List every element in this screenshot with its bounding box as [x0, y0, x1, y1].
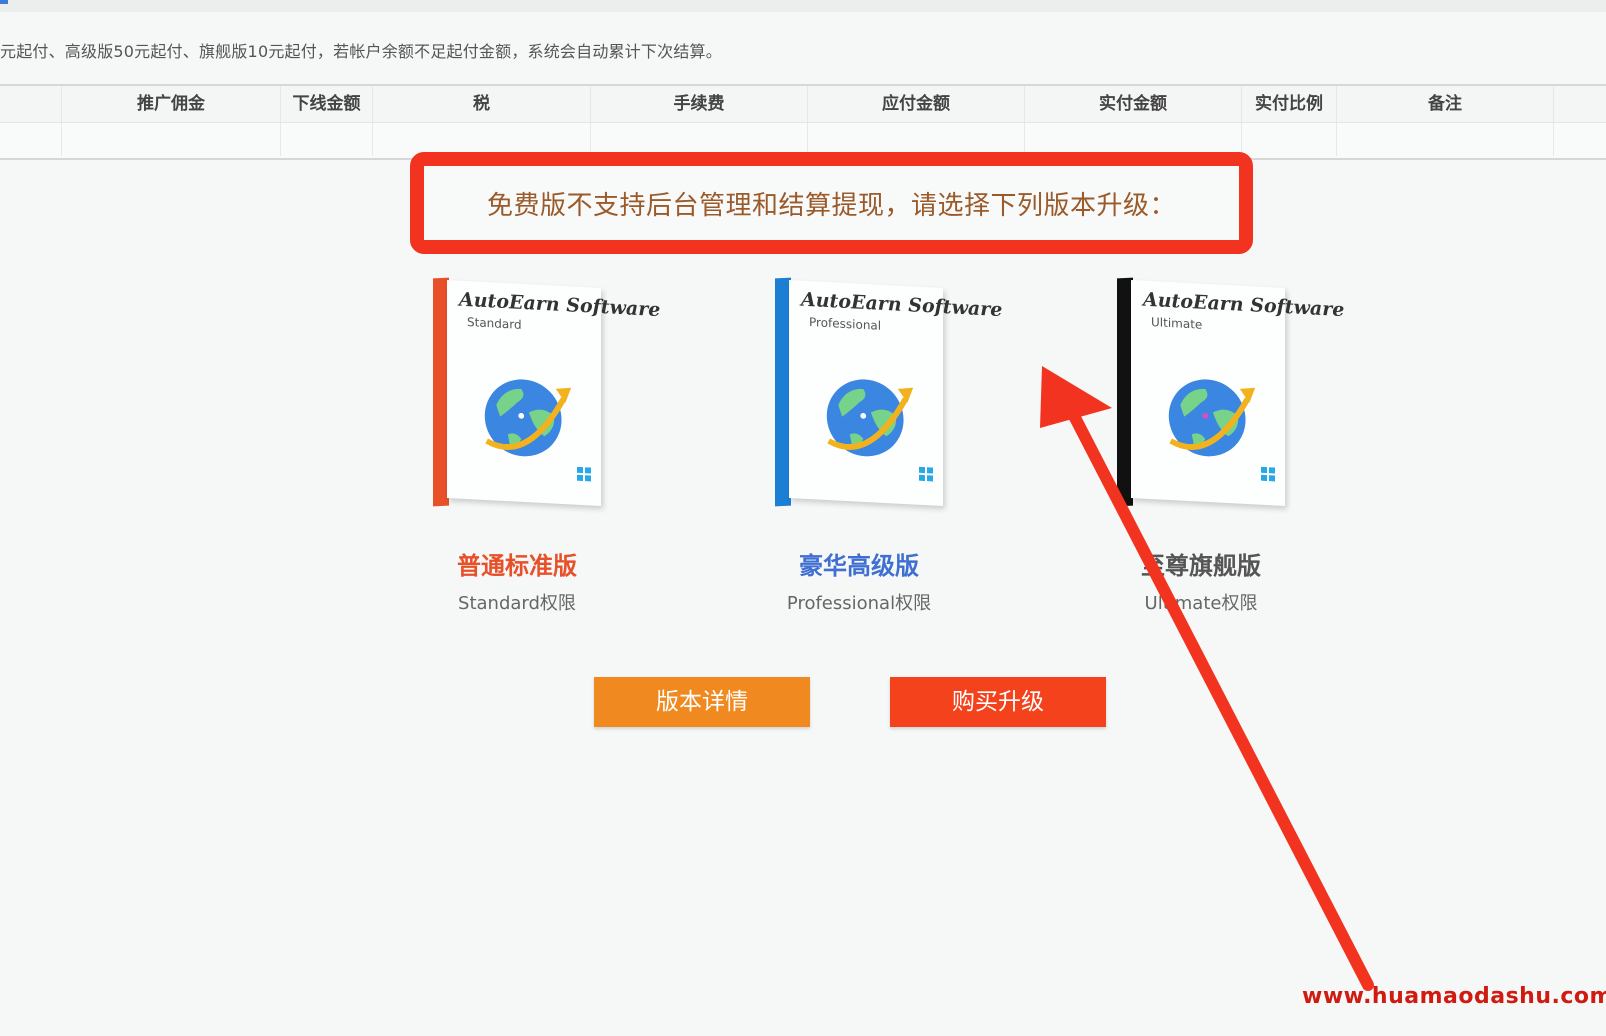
watermark-url: www.huamaodashu.com — [1302, 984, 1606, 1009]
annotation-arrow-icon — [1040, 366, 1374, 991]
